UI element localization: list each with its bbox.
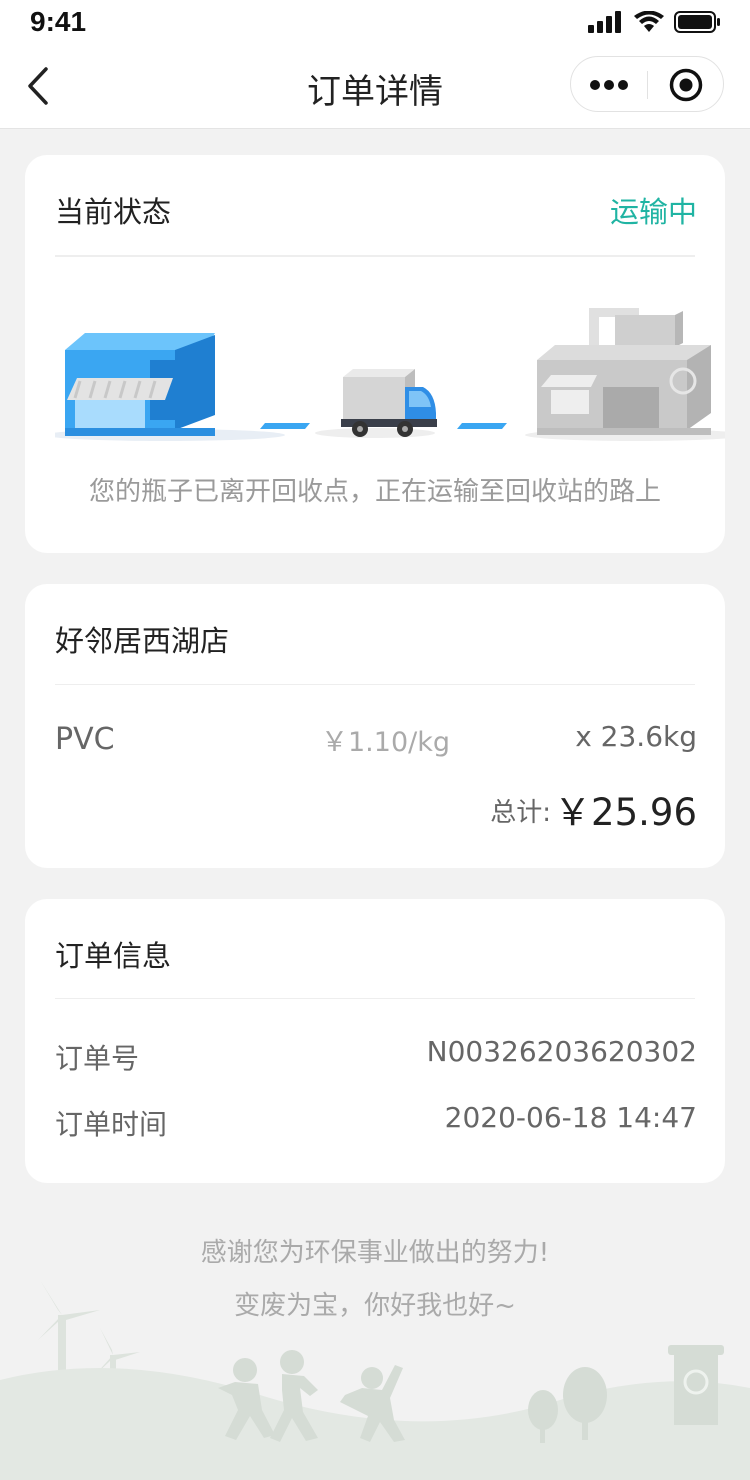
status-divider xyxy=(55,255,695,257)
order-time-label: 订单时间 xyxy=(55,1108,168,1141)
progress-arrow-icon xyxy=(260,423,310,429)
order-number-label: 订单号 xyxy=(55,1042,140,1075)
close-miniprogram-button[interactable] xyxy=(648,57,724,113)
status-value: 运输中 xyxy=(609,195,697,229)
order-time-value: 2020-06-18 14:47 xyxy=(444,1101,697,1134)
store-card: 好邻居西湖店 PVC ￥1.10/kg x 23.6kg 总计: ￥25.96 xyxy=(25,584,725,868)
close-target-icon xyxy=(669,68,703,102)
status-description: 您的瓶子已离开回收点，正在运输至回收站的路上 xyxy=(88,477,661,507)
progress-arrow-icon-2 xyxy=(457,423,507,429)
more-dots-icon xyxy=(590,80,628,90)
nav-bar: 订单详情 xyxy=(0,44,750,129)
footer-thanks: 感谢您为环保事业做出的努力! xyxy=(200,1238,550,1268)
order-info-card: 订单信息 订单号 N00326203620302 订单时间 2020-06-18… xyxy=(25,899,725,1183)
recycling-station-icon xyxy=(525,308,725,441)
more-button[interactable] xyxy=(571,57,647,113)
status-card-title: 当前状态 xyxy=(55,195,172,229)
store-divider xyxy=(55,684,695,685)
total-label: 总计: xyxy=(490,798,551,828)
recycle-bin-icon xyxy=(668,1345,724,1425)
miniprogram-capsule xyxy=(570,56,724,112)
store-building-icon xyxy=(55,333,285,441)
wifi-icon xyxy=(634,11,664,32)
order-info-divider xyxy=(55,998,695,999)
status-bar: 9:41 xyxy=(0,0,750,44)
footer-landscape-illustration xyxy=(0,1280,750,1480)
total-value: ￥25.96 xyxy=(554,791,697,834)
item-material: PVC xyxy=(55,722,115,757)
status-icons xyxy=(588,10,722,34)
status-time: 9:41 xyxy=(30,6,87,37)
status-card: 当前状态 运输中 您的瓶子已离开回收点，正在运输至回收站的路上 xyxy=(25,155,725,553)
item-unit-price: ￥1.10/kg xyxy=(321,727,450,758)
truck-icon xyxy=(315,369,437,438)
order-number-value: N00326203620302 xyxy=(426,1035,697,1068)
item-quantity: x 23.6kg xyxy=(575,720,697,753)
store-name: 好邻居西湖店 xyxy=(55,624,230,658)
order-info-title: 订单信息 xyxy=(55,939,172,973)
shipping-illustration xyxy=(55,308,725,441)
signal-icon xyxy=(588,11,621,33)
battery-icon xyxy=(674,11,720,33)
